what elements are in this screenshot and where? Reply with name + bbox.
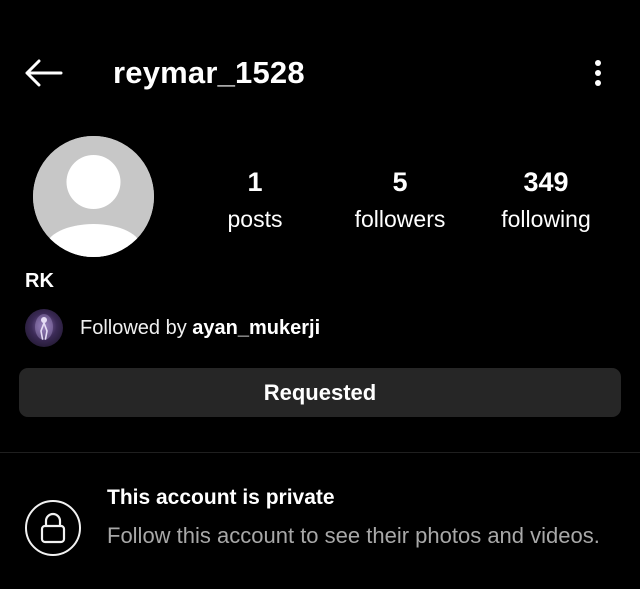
followed-by-text: Followed by ayan_mukerji: [80, 315, 320, 341]
more-vertical-icon: [595, 60, 601, 86]
private-account-title: This account is private: [107, 486, 335, 509]
followers-count: 5: [392, 167, 408, 197]
arrow-left-icon: [25, 59, 63, 87]
following-count: 349: [523, 167, 569, 197]
followers-label: followers: [354, 206, 446, 232]
followed-by-prefix: Followed by: [80, 317, 187, 339]
default-avatar-icon: [33, 136, 154, 257]
more-options-button[interactable]: [586, 56, 610, 90]
follower-avatar: [25, 309, 63, 347]
private-lock-badge: [25, 500, 81, 556]
followed-by-username[interactable]: ayan_mukerji: [192, 317, 320, 339]
profile-avatar[interactable]: [33, 136, 154, 257]
profile-username: reymar_1528: [113, 55, 305, 90]
posts-stat[interactable]: 1 posts: [190, 166, 320, 234]
private-account-subtitle: Follow this account to see their photos …: [107, 523, 600, 548]
posts-label: posts: [227, 206, 283, 232]
profile-header: reymar_1528: [0, 40, 640, 106]
following-label: following: [501, 206, 591, 232]
profile-display-name: RK: [25, 270, 54, 292]
followed-by-row[interactable]: Followed by ayan_mukerji: [25, 309, 320, 347]
requested-button[interactable]: Requested: [19, 368, 621, 417]
section-divider: [0, 452, 640, 453]
following-stat[interactable]: 349 following: [481, 166, 611, 234]
followers-stat[interactable]: 5 followers: [335, 166, 465, 234]
follower-avatar-image: [35, 314, 53, 340]
lock-icon: [40, 512, 66, 544]
back-button[interactable]: [18, 53, 68, 93]
posts-count: 1: [247, 167, 263, 197]
